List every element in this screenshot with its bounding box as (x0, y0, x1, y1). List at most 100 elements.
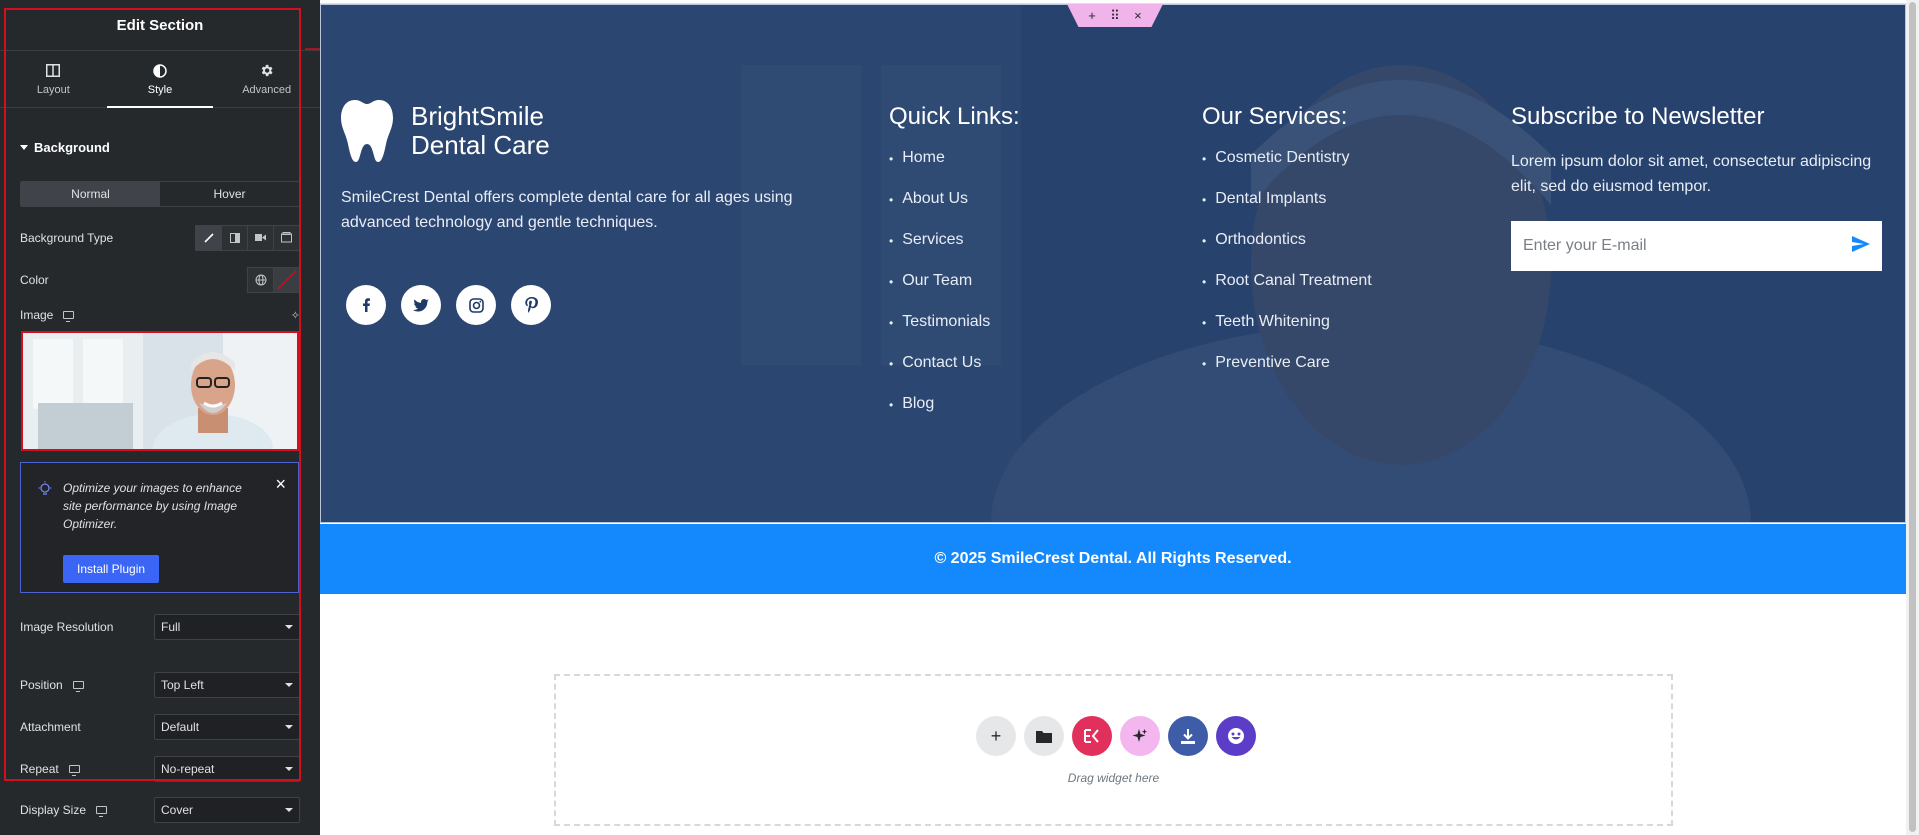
quick-links-title: Quick Links: (889, 103, 1020, 130)
bg-type-slideshow-button[interactable] (273, 224, 300, 251)
sparkle-icon (1132, 729, 1147, 742)
state-hover[interactable]: Hover (160, 182, 299, 206)
brand-line-1: BrightSmile (411, 101, 544, 131)
pinterest-icon[interactable] (511, 285, 551, 325)
services-title: Our Services: (1202, 103, 1348, 130)
display-size-select[interactable]: Cover (154, 797, 300, 823)
image-optimizer-notice: × Optimize your images to enhance site p… (20, 462, 299, 593)
tab-layout[interactable]: Layout (0, 51, 107, 107)
position-label: Position (20, 678, 63, 692)
chevron-down-icon (285, 808, 293, 812)
display-size-value: Cover (161, 803, 194, 817)
copyright-text: © 2025 SmileCrest Dental. All Rights Res… (934, 550, 1292, 567)
footer-link[interactable]: Testimonials (889, 313, 1020, 354)
color-picker-swatch[interactable] (273, 266, 300, 293)
bg-type-gradient-button[interactable] (221, 224, 248, 251)
panel-tabs: Layout Style Advanced (0, 51, 320, 108)
display-size-row: Display Size Cover (0, 797, 320, 823)
dropzone-buttons: + (976, 716, 1256, 756)
newsletter-title: Subscribe to Newsletter (1511, 103, 1765, 130)
scrollbar-thumb[interactable] (1909, 2, 1916, 832)
ai-assistant-button[interactable] (1120, 716, 1160, 756)
service-link[interactable]: Orthodontics (1202, 231, 1372, 272)
background-type-buttons (195, 224, 300, 251)
install-plugin-button[interactable]: Install Plugin (63, 555, 160, 583)
tab-advanced[interactable]: Advanced (213, 51, 320, 107)
color-label: Color (20, 272, 49, 287)
global-colors-button[interactable] (247, 266, 274, 293)
background-image-preview[interactable] (21, 331, 299, 451)
facebook-icon[interactable] (346, 285, 386, 325)
attachment-select[interactable]: Default (154, 714, 300, 740)
instagram-icon[interactable] (456, 285, 496, 325)
gradient-icon (229, 232, 240, 243)
display-size-label: Display Size (20, 803, 87, 817)
smiley-icon (1228, 728, 1244, 744)
happy-addons-button[interactable] (1216, 716, 1256, 756)
position-value: Top Left (161, 678, 204, 692)
chevron-down-icon (285, 683, 293, 687)
repeat-value: No-repeat (161, 762, 215, 776)
ai-image-icon[interactable]: ✧ (291, 309, 300, 322)
services-list: Cosmetic Dentistry Dental Implants Ortho… (1202, 149, 1372, 395)
widget-dropzone[interactable]: + Drag widget here (554, 674, 1673, 826)
panel-title: Edit Section (0, 0, 320, 51)
twitter-icon[interactable] (401, 285, 441, 325)
background-section-toggle[interactable]: Background (0, 138, 320, 156)
chevron-down-icon (285, 767, 293, 771)
dropzone-label: Drag widget here (1067, 771, 1160, 785)
tooth-logo-icon (341, 100, 393, 162)
footer-link[interactable]: Contact Us (889, 354, 1020, 395)
elementskit-button[interactable] (1072, 716, 1112, 756)
footer-link[interactable]: About Us (889, 190, 1020, 231)
quick-links-column: Quick Links: Home About Us Services Our … (889, 103, 1020, 436)
footer-link[interactable]: Home (889, 149, 1020, 190)
service-link[interactable]: Dental Implants (1202, 190, 1372, 231)
brush-icon (203, 232, 214, 243)
repeat-select[interactable]: No-repeat (154, 756, 300, 782)
email-field[interactable]: Enter your E-mail (1511, 221, 1882, 271)
monitor-icon (63, 311, 75, 322)
bg-type-video-button[interactable] (247, 224, 274, 251)
import-button[interactable] (1168, 716, 1208, 756)
newsletter-column: Subscribe to Newsletter Lorem ipsum dolo… (1511, 103, 1882, 271)
position-select[interactable]: Top Left (154, 672, 300, 698)
delete-section-icon[interactable]: × (1134, 8, 1142, 23)
monitor-icon (68, 765, 80, 776)
social-icons (346, 285, 551, 325)
image-resolution-label: Image Resolution (20, 620, 114, 634)
state-switch: Normal Hover (20, 181, 300, 207)
send-icon[interactable] (1852, 235, 1870, 257)
canvas-scrollbar[interactable] (1906, 0, 1919, 835)
attachment-row: Attachment Default (0, 714, 320, 740)
footer-brand[interactable]: BrightSmile Dental Care (341, 100, 550, 162)
image-resolution-select[interactable]: Full (154, 614, 300, 640)
footer-link[interactable]: Services (889, 231, 1020, 272)
drag-handle-icon[interactable]: ⠿ (1110, 8, 1120, 24)
service-link[interactable]: Cosmetic Dentistry (1202, 149, 1372, 190)
close-icon[interactable]: × (275, 475, 286, 493)
tab-style[interactable]: Style (106, 51, 214, 108)
footer-link[interactable]: Our Team (889, 272, 1020, 313)
video-icon (255, 234, 266, 241)
add-section-icon[interactable]: + (1088, 8, 1096, 23)
service-link[interactable]: Teeth Whitening (1202, 313, 1372, 354)
footer-section[interactable]: BrightSmile Dental Care SmileCrest Denta… (320, 4, 1906, 523)
add-element-button[interactable]: + (976, 716, 1016, 756)
image-row: Image ✧ (0, 306, 320, 324)
repeat-row: Repeat No-repeat (0, 756, 320, 782)
background-section-title: Background (34, 139, 110, 155)
copyright-bar: © 2025 SmileCrest Dental. All Rights Res… (320, 524, 1906, 594)
service-link[interactable]: Root Canal Treatment (1202, 272, 1372, 313)
bg-type-classic-button[interactable] (195, 224, 222, 251)
footer-description: SmileCrest Dental offers complete dental… (341, 189, 793, 231)
gear-icon (259, 63, 275, 79)
background-type-label: Background Type (20, 230, 114, 245)
repeat-label: Repeat (20, 762, 59, 776)
notice-text: Optimize your images to enhance site per… (63, 481, 242, 531)
state-normal[interactable]: Normal (21, 182, 160, 206)
dentist-photo-thumbnail (23, 333, 297, 449)
service-link[interactable]: Preventive Care (1202, 354, 1372, 395)
footer-link[interactable]: Blog (889, 395, 1020, 436)
templates-button[interactable] (1024, 716, 1064, 756)
